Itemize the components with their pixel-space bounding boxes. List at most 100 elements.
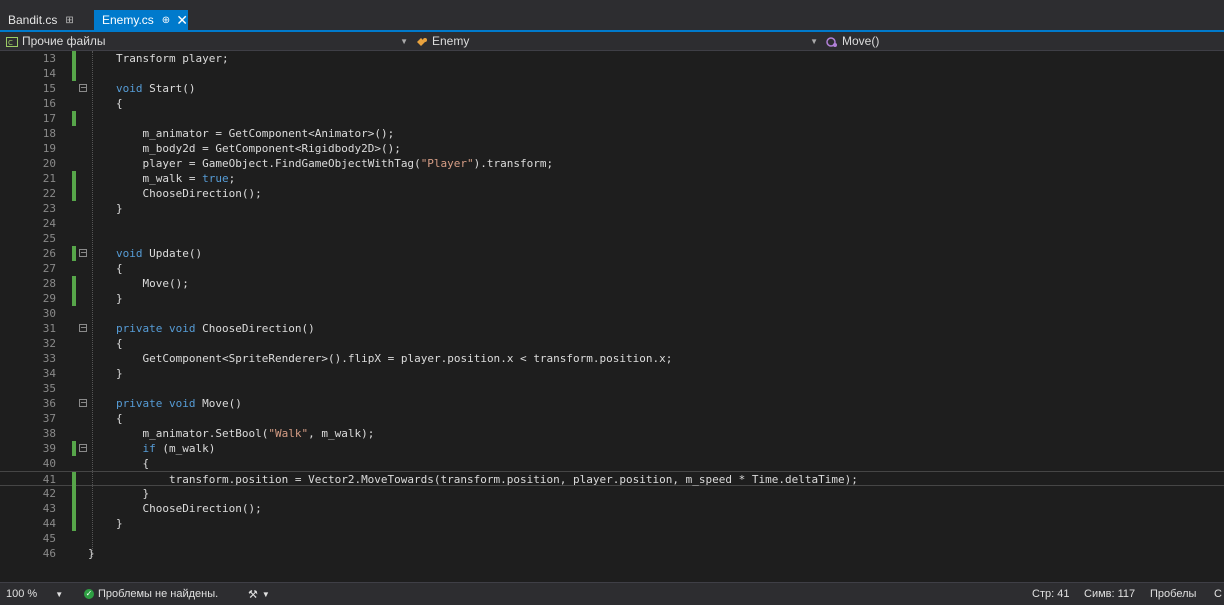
- code-text: {: [116, 262, 123, 275]
- code-line[interactable]: 24: [0, 216, 1224, 231]
- code-line[interactable]: 42 }: [0, 486, 1224, 501]
- navigation-bar: C Прочие файлы ▼ Enemy ▼ Move(): [0, 32, 1224, 51]
- line-number: 23: [42, 202, 56, 215]
- code-line[interactable]: 29}: [0, 291, 1224, 306]
- code-line[interactable]: 31 − private void ChooseDirection(): [0, 321, 1224, 336]
- tab-bandit-cs[interactable]: Bandit.cs ⊞: [0, 10, 86, 30]
- collapse-icon[interactable]: −: [79, 444, 87, 452]
- code-line[interactable]: 41 transform.position = Vector2.MoveTowa…: [0, 471, 1224, 487]
- project-dropdown[interactable]: C Прочие файлы ▼: [6, 32, 412, 50]
- code-line[interactable]: 21 m_walk = true;: [0, 171, 1224, 186]
- project-label: Прочие файлы: [22, 34, 106, 48]
- class-icon: [416, 36, 428, 46]
- collapse-icon[interactable]: −: [79, 84, 87, 92]
- code-line[interactable]: 44}: [0, 516, 1224, 531]
- change-marker: [72, 291, 76, 306]
- class-label: Enemy: [432, 34, 470, 48]
- code-text: }: [116, 487, 150, 500]
- code-line[interactable]: 30: [0, 306, 1224, 321]
- code-line[interactable]: 14: [0, 66, 1224, 81]
- code-line[interactable]: 32 {: [0, 336, 1224, 351]
- line-indicator[interactable]: Стр: 41: [1032, 583, 1069, 605]
- code-text: }: [116, 517, 123, 530]
- line-number: 26: [42, 247, 56, 260]
- code-line[interactable]: 38 m_animator.SetBool("Walk", m_walk);: [0, 426, 1224, 441]
- code-line[interactable]: 17: [0, 111, 1224, 126]
- code-line[interactable]: 37 {: [0, 411, 1224, 426]
- code-text: void Update(): [116, 247, 203, 260]
- code-line[interactable]: 15 − void Start(): [0, 81, 1224, 96]
- line-number: 43: [42, 502, 56, 515]
- change-marker: [72, 516, 76, 531]
- code-text: Move();: [142, 277, 189, 290]
- code-text: m_animator.SetBool("Walk", m_walk);: [142, 427, 375, 440]
- collapse-icon[interactable]: −: [79, 249, 87, 257]
- line-number: 25: [42, 232, 56, 245]
- member-label: Move(): [842, 34, 880, 48]
- change-marker: [72, 441, 76, 456]
- code-line[interactable]: 28 Move();: [0, 276, 1224, 291]
- zoom-level[interactable]: 100 % ▼: [6, 583, 63, 605]
- code-line[interactable]: 36 − private void Move(): [0, 396, 1224, 411]
- pin-icon[interactable]: ⊕: [162, 15, 170, 26]
- code-text: }: [88, 547, 95, 560]
- line-number: 42: [42, 487, 56, 500]
- line-number: 39: [42, 442, 56, 455]
- change-marker: [72, 472, 76, 487]
- code-text: {: [116, 97, 123, 110]
- close-icon[interactable]: ✕: [176, 12, 188, 29]
- code-text: void Start(): [116, 82, 196, 95]
- code-line[interactable]: 26 − void Update(): [0, 246, 1224, 261]
- change-marker: [72, 51, 76, 66]
- line-number: 32: [42, 337, 56, 350]
- line-number: 17: [42, 112, 56, 125]
- whitespace-indicator[interactable]: Пробелы: [1150, 583, 1196, 605]
- line-number: 45: [42, 532, 56, 545]
- check-icon: ✓: [84, 589, 94, 599]
- code-line[interactable]: 39 − if (m_walk): [0, 441, 1224, 456]
- issues-indicator[interactable]: ✓ Проблемы не найдены.: [84, 583, 218, 605]
- code-line[interactable]: 23}: [0, 201, 1224, 216]
- line-ending-indicator[interactable]: С: [1214, 583, 1222, 605]
- code-line[interactable]: 22 ChooseDirection();: [0, 186, 1224, 201]
- column-indicator[interactable]: Симв: 117: [1084, 583, 1135, 605]
- collapse-icon[interactable]: −: [79, 324, 87, 332]
- line-number: 30: [42, 307, 56, 320]
- tab-enemy-cs[interactable]: Enemy.cs ⊕ ✕: [94, 10, 188, 30]
- code-line[interactable]: 16 {: [0, 96, 1224, 111]
- code-editor[interactable]: 13 Transform player; 14 15 − void Start() 16 {1…: [0, 51, 1224, 582]
- class-dropdown[interactable]: Enemy ▼: [416, 32, 822, 50]
- code-text: }: [116, 202, 123, 215]
- code-text: {: [116, 412, 123, 425]
- pin-icon[interactable]: ⊞: [65, 15, 73, 26]
- code-line[interactable]: 18 m_animator = GetComponent<Animator>()…: [0, 126, 1224, 141]
- code-line[interactable]: 34}: [0, 366, 1224, 381]
- line-number: 19: [42, 142, 56, 155]
- change-marker: [72, 111, 76, 126]
- code-line[interactable]: 27 {: [0, 261, 1224, 276]
- code-line[interactable]: 46}: [0, 546, 1224, 561]
- brush-icon: ⚒: [248, 588, 258, 601]
- code-line[interactable]: 25: [0, 231, 1224, 246]
- code-line[interactable]: 35: [0, 381, 1224, 396]
- code-text: {: [116, 457, 150, 470]
- code-text: private void Move(): [116, 397, 242, 410]
- code-line[interactable]: 40 {: [0, 456, 1224, 471]
- cleanup-button[interactable]: ⚒ ▼: [248, 583, 270, 605]
- tab-label: Bandit.cs: [8, 13, 58, 27]
- member-dropdown[interactable]: Move(): [826, 32, 1220, 50]
- code-line[interactable]: 45: [0, 531, 1224, 546]
- collapse-icon[interactable]: −: [79, 399, 87, 407]
- code-text: ChooseDirection();: [142, 502, 262, 515]
- code-line[interactable]: 43 ChooseDirection();: [0, 501, 1224, 516]
- code-line[interactable]: 13 Transform player;: [0, 51, 1224, 66]
- code-line[interactable]: 19 m_body2d = GetComponent<Rigidbody2D>(…: [0, 141, 1224, 156]
- chevron-down-icon: ▼: [261, 589, 270, 599]
- code-line[interactable]: 20 player = GameObject.FindGameObjectWit…: [0, 156, 1224, 171]
- line-number: 27: [42, 262, 56, 275]
- change-marker: [72, 171, 76, 186]
- csharp-project-icon: C: [6, 36, 18, 47]
- code-line[interactable]: 33 GetComponent<SpriteRenderer>().flipX …: [0, 351, 1224, 366]
- change-marker: [72, 186, 76, 201]
- change-marker: [72, 276, 76, 291]
